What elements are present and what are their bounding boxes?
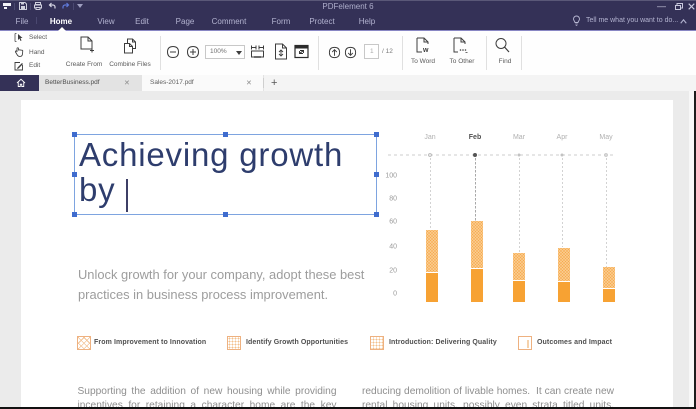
svg-text:w: w (422, 47, 429, 54)
